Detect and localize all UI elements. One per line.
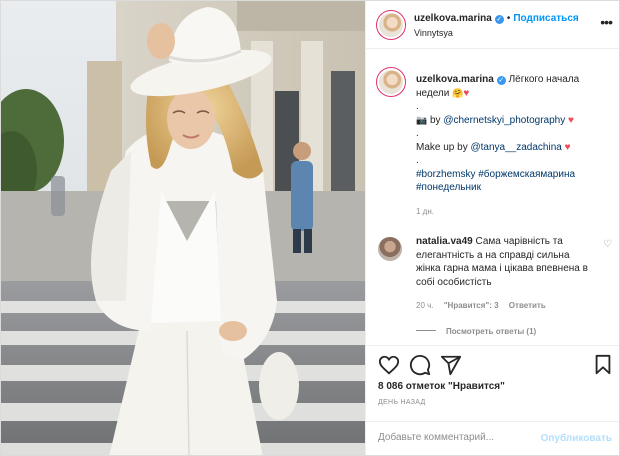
caption-greeting-end: недели (416, 87, 450, 99)
post-location[interactable]: Vinnytsya (414, 28, 453, 38)
hashtag-borzhemsky[interactable]: #borzhemsky (416, 169, 475, 180)
hashtag-line-2: #понедельник (416, 181, 612, 195)
action-bar (366, 345, 619, 385)
post-photo[interactable] (1, 1, 365, 455)
red-heart-icon: ♥ (463, 87, 470, 99)
follow-button[interactable]: Подписаться (513, 13, 578, 24)
comment-input[interactable] (378, 432, 528, 443)
caption-username[interactable]: uzelkova.marina (416, 74, 494, 85)
comment-like-icon[interactable]: ♡ (603, 239, 612, 250)
by-text: by (430, 114, 441, 126)
makeup-text: Make up by (416, 141, 468, 153)
photo-illustration (1, 1, 365, 455)
comment-time[interactable]: 20 ч. (416, 301, 434, 310)
view-replies-button[interactable]: Посмотреть ответы (1) (416, 327, 536, 336)
commenter-avatar[interactable] (378, 237, 402, 261)
bookmark-icon[interactable] (592, 354, 614, 376)
caption-area: uzelkova.marina ✓ Лёгкого начала недели 🤗… (366, 57, 619, 345)
caption-time[interactable]: 1 дн. (416, 207, 434, 216)
paper-plane-glyph (440, 355, 462, 376)
instagram-post-window: uzelkova.marina ✓ • Подписаться Vinnytsya •… (0, 0, 620, 456)
caption-avatar-image (379, 70, 403, 94)
caption-photographer-line: 📷 by @chernetskyi_photography ♥ (416, 114, 612, 128)
caption-dot-1: . (416, 101, 419, 112)
author-username[interactable]: uzelkova.marina (414, 13, 492, 24)
paper-plane-icon[interactable] (440, 354, 462, 376)
caption-text: uzelkova.marina ✓ Лёгкого начала недели 🤗… (416, 73, 612, 195)
comment-body: natalia.va49 Сама чарівність та елегантн… (416, 235, 594, 289)
hashtag-line-1: #borzhemsky #боржемскаямарина (416, 168, 612, 182)
author-avatar-image (379, 13, 403, 37)
ellipsis-icon[interactable]: ••• (600, 14, 613, 30)
comment-likes[interactable]: "Нравится": 3 (444, 301, 499, 310)
likes-count[interactable]: 8 086 отметок "Нравится" (378, 381, 505, 392)
post-side-panel: uzelkova.marina ✓ • Подписаться Vinnytsya •… (365, 1, 619, 455)
comment-bubble-glyph (409, 354, 431, 376)
author-line: uzelkova.marina ✓ • Подписаться (414, 13, 579, 24)
caption-avatar[interactable] (376, 67, 406, 97)
comment-bubble-icon[interactable] (409, 354, 431, 376)
red-heart-icon: ♥ (568, 114, 574, 126)
verified-badge-icon: ✓ (494, 15, 504, 24)
comment-meta: 20 ч. "Нравится": 3 Ответить (416, 301, 554, 310)
heart-outline-glyph (378, 355, 400, 375)
camera-icon: 📷 (416, 114, 428, 125)
publish-button[interactable]: Опубликовать (541, 433, 612, 444)
reply-button[interactable]: Ответить (509, 301, 546, 310)
caption-greeting: Лёгкого начала (508, 74, 580, 85)
caption-makeup-line: Make up by @tanya__zadachina ♥ (416, 141, 612, 155)
caption-dot-3: . (416, 155, 419, 166)
author-avatar[interactable] (376, 10, 406, 40)
replies-line-divider (416, 330, 436, 331)
makeup-mention[interactable]: @tanya__zadachina (470, 142, 561, 153)
heart-outline-icon[interactable] (378, 354, 400, 376)
photographer-mention[interactable]: @chernetskyi_photography (443, 115, 565, 126)
hashtag-ponedelnik[interactable]: #понедельник (416, 182, 481, 193)
caption-line-2: недели 🤗♥ (416, 87, 612, 101)
caption-dot-2: . (416, 128, 419, 139)
bookmark-glyph (595, 354, 611, 375)
view-replies-label: Посмотреть ответы (1) (446, 327, 537, 336)
post-header: uzelkova.marina ✓ • Подписаться Vinnytsya •… (366, 1, 619, 49)
separator-dot: • (506, 13, 511, 24)
hugging-face-icon: 🤗 (452, 87, 464, 98)
hashtag-borzhemskayamarina[interactable]: #боржемскаямарина (478, 169, 575, 180)
red-heart-icon: ♥ (564, 141, 571, 153)
verified-badge-icon: ✓ (496, 76, 506, 85)
add-comment-bar: Опубликовать (366, 421, 619, 455)
commenter-username[interactable]: natalia.va49 (416, 236, 473, 247)
post-date[interactable]: ДЕНЬ НАЗАД (378, 399, 426, 406)
caption-line-1: uzelkova.marina ✓ Лёгкого начала (416, 73, 612, 87)
